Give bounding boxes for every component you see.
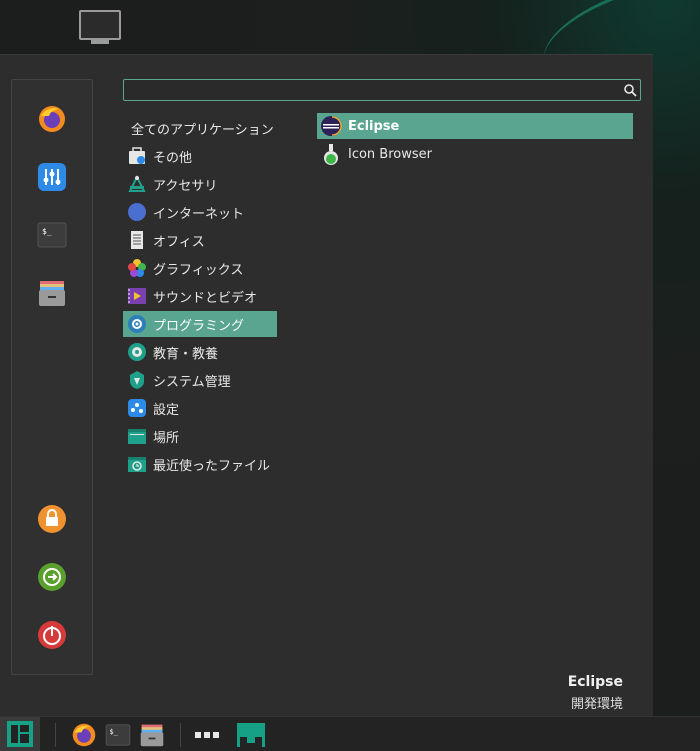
education-icon — [126, 341, 148, 363]
favorites-sidebar: $_ — [11, 79, 93, 675]
accessories-icon — [126, 173, 148, 195]
description-title: Eclipse — [567, 674, 623, 690]
firefox-launcher-icon[interactable] — [70, 721, 98, 749]
app-icon-browser[interactable]: Icon Browser — [317, 141, 633, 167]
app-label: Icon Browser — [348, 146, 432, 162]
terminal-launcher-icon[interactable]: $_ — [104, 721, 132, 749]
terminal-icon[interactable]: $_ — [35, 218, 69, 252]
file-manager-launcher-icon[interactable] — [138, 721, 166, 749]
multimedia-icon — [126, 285, 148, 307]
taskbar: $_ — [0, 716, 700, 751]
lock-screen-icon[interactable] — [35, 502, 69, 536]
category-label: 最近使ったファイル — [153, 458, 271, 474]
misc-icon — [126, 145, 148, 167]
category-internet[interactable]: インターネット — [123, 199, 277, 225]
file-manager-icon[interactable] — [35, 276, 69, 310]
category-label: プログラミング — [153, 318, 245, 334]
places-icon — [126, 425, 148, 447]
system-icon — [126, 369, 148, 391]
office-icon — [126, 229, 148, 251]
app-label: Eclipse — [348, 118, 400, 134]
category-label: グラフィックス — [153, 262, 244, 278]
category-misc[interactable]: その他 — [123, 143, 277, 169]
category-label: 場所 — [153, 430, 180, 446]
category-education[interactable]: 教育・教養 — [123, 339, 277, 365]
logout-icon[interactable] — [35, 560, 69, 594]
menu-button[interactable] — [0, 717, 40, 751]
app-eclipse[interactable]: Eclipse — [317, 113, 633, 139]
category-recent[interactable]: 最近使ったファイル — [123, 451, 277, 477]
category-programming[interactable]: プログラミング — [123, 311, 277, 337]
description-subtitle: 開発環境 — [570, 697, 623, 712]
computer-desktop-icon[interactable] — [79, 10, 121, 44]
category-label: システム管理 — [153, 374, 231, 390]
programming-icon — [126, 313, 148, 335]
search-icon[interactable] — [623, 83, 637, 101]
category-label: サウンドとビデオ — [153, 290, 258, 306]
category-places[interactable]: 場所 — [123, 423, 277, 449]
category-graphics[interactable]: グラフィックス — [123, 255, 277, 281]
category-label: オフィス — [153, 234, 205, 250]
category-label: 教育・教養 — [153, 346, 219, 362]
graphics-icon — [126, 257, 148, 279]
category-label: インターネット — [153, 206, 245, 222]
svg-text:$_: $_ — [42, 227, 52, 236]
eclipse-icon — [320, 115, 342, 137]
category-list: 全てのアプリケーション その他 アクセサリ インターネット オフィス グラフィッ… — [123, 115, 277, 479]
firefox-icon[interactable] — [35, 102, 69, 136]
settings-icon[interactable] — [35, 160, 69, 194]
category-label: アクセサリ — [153, 178, 218, 194]
application-list: Eclipse Icon Browser — [317, 113, 633, 169]
svg-text:$_: $_ — [110, 728, 119, 736]
recent-icon — [126, 453, 148, 475]
workspace-switcher-icon[interactable] — [193, 721, 221, 749]
search-box — [123, 79, 641, 101]
taskbar-separator — [55, 723, 56, 747]
category-all[interactable]: 全てのアプリケーション — [123, 115, 277, 141]
category-system[interactable]: システム管理 — [123, 367, 277, 393]
category-settings[interactable]: 設定 — [123, 395, 277, 421]
shutdown-icon[interactable] — [35, 618, 69, 652]
category-label: 設定 — [153, 402, 180, 418]
manjaro-app-icon[interactable] — [236, 721, 266, 749]
settings-icon — [126, 397, 148, 419]
flask-icon — [320, 143, 342, 165]
taskbar-separator — [180, 723, 181, 747]
category-multimedia[interactable]: サウンドとビデオ — [123, 283, 277, 309]
category-label: 全てのアプリケーション — [131, 122, 274, 138]
category-accessories[interactable]: アクセサリ — [123, 171, 277, 197]
internet-icon — [126, 201, 148, 223]
category-office[interactable]: オフィス — [123, 227, 277, 253]
search-input[interactable] — [128, 81, 622, 101]
application-menu: $_ 全てのアプリケーション その他 アクセサリ インターネット オフィス グラ… — [0, 54, 653, 717]
category-label: その他 — [153, 150, 193, 166]
